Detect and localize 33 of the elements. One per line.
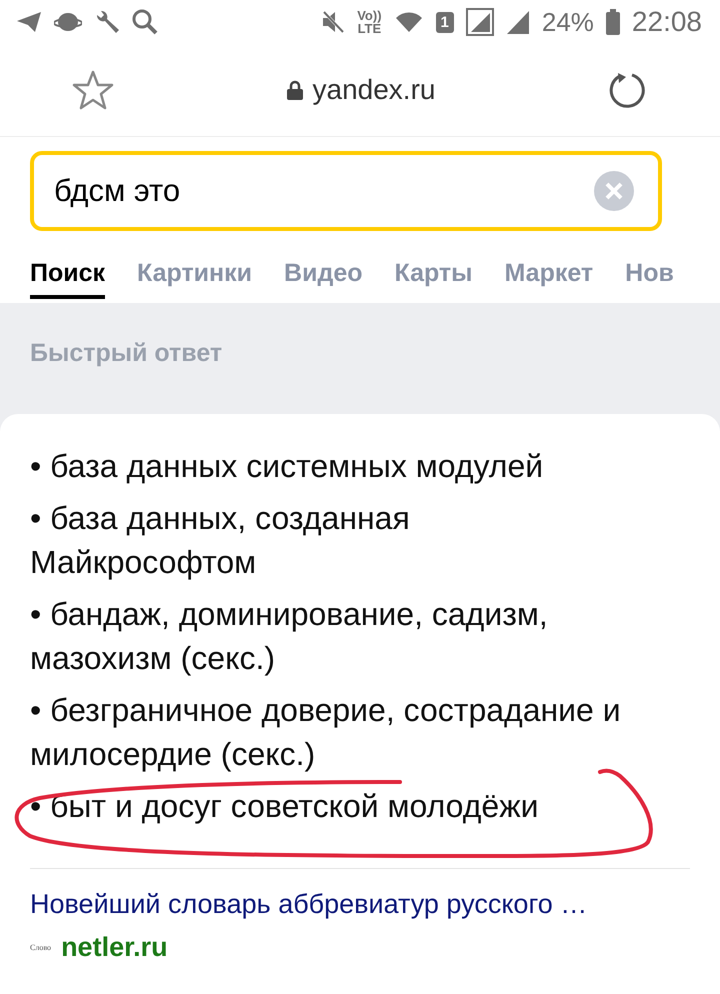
search-tab[interactable]: Карты (394, 255, 473, 299)
search-tab[interactable]: Нов (625, 255, 674, 299)
source-domain[interactable]: netler.ru (61, 932, 168, 963)
search-field[interactable]: бдсм это (30, 151, 662, 231)
search-tab[interactable]: Видео (284, 255, 363, 299)
section-heading: Быстрый ответ (29, 338, 224, 369)
wrench-icon (94, 9, 120, 35)
signal-icon (466, 8, 494, 36)
lock-icon (286, 80, 303, 100)
planet-icon (54, 11, 82, 33)
reload-icon[interactable] (608, 71, 646, 109)
search-tab[interactable]: Маркет (504, 255, 594, 299)
star-icon[interactable] (72, 70, 114, 110)
lte-label: LTE (358, 22, 382, 35)
send-icon (16, 11, 42, 33)
search-tab[interactable]: Поиск (30, 255, 106, 299)
site-logo: Слово (30, 943, 52, 952)
search-icon (132, 9, 158, 35)
wifi-icon (394, 10, 424, 34)
answer-item: • безграничное доверие, сострадание и милосердие (секс.) (30, 691, 622, 774)
sim-badge: 1 (436, 12, 454, 32)
clock-time: 22:08 (632, 8, 702, 36)
battery-percent: 24% (542, 9, 594, 35)
volte-label: Vo)) (357, 9, 382, 22)
source-link[interactable]: Новейший словарь аббревиатур русского … (30, 889, 690, 920)
battery-icon (606, 9, 620, 35)
answer-item: • бандаж, доминирование, садизм, мазохизм (секс.) (30, 595, 549, 678)
url-text[interactable]: yandex.ru (312, 74, 436, 106)
signal-icon (506, 9, 530, 35)
answer-item: • база данных системных модулей (30, 447, 544, 486)
mute-icon (321, 10, 346, 34)
answer-item: • база данных, созданная Майкрософтом (30, 499, 411, 582)
search-tab[interactable]: Картинки (137, 255, 252, 299)
